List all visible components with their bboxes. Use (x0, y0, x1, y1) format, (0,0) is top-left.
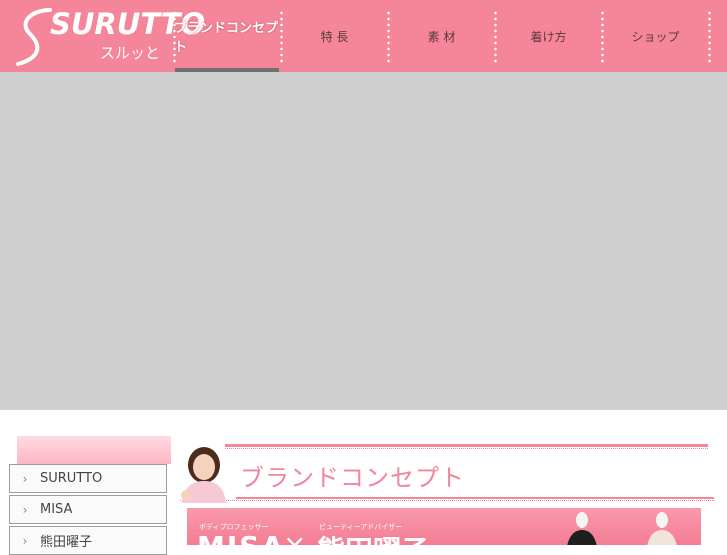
sidebar-item-misa[interactable]: › MISA (9, 495, 167, 524)
nav-separator (708, 10, 711, 64)
nav-materials[interactable]: 素 材 (388, 0, 495, 72)
sidebar-item-label: MISA (40, 502, 73, 517)
model-portrait (181, 447, 226, 503)
sidebar-item-label: 熊田曜子 (40, 535, 93, 550)
heading-rule-top (225, 444, 708, 447)
logo-subtitle: スルッと (100, 44, 161, 62)
sidebar-header (17, 436, 171, 464)
sidebar-item-label: SURUTTO (40, 471, 103, 486)
nav-brand-concept[interactable]: ブランドコンセプト (174, 0, 281, 72)
banner-name-right: 熊田曜子 (317, 529, 429, 545)
hero-image-placeholder (0, 72, 727, 410)
heading-rule-dotted-bottom (180, 500, 715, 502)
heading-rule-dotted (225, 448, 708, 450)
sidebar-item-kumada[interactable]: › 熊田曜子 (9, 526, 167, 555)
banner-cross: × (283, 528, 307, 545)
heading-rule-bottom (236, 497, 714, 499)
chevron-right-icon: › (22, 502, 28, 517)
nav-features[interactable]: 特 長 (281, 0, 388, 72)
page-heading: ブランドコンセプト (240, 464, 465, 492)
banner-name-left: MISA (197, 530, 285, 545)
collab-banner: ボディプロフェッサー ビューティーアドバイザー MISA × 熊田曜子 (187, 508, 701, 545)
mannequin-icon (647, 512, 677, 545)
mannequin-icon (567, 512, 597, 545)
sidebar-item-surutto[interactable]: › SURUTTO (9, 464, 167, 493)
nav-shop[interactable]: ショップ (602, 0, 709, 72)
chevron-right-icon: › (22, 471, 28, 486)
nav-how-to-wear[interactable]: 着け方 (495, 0, 602, 72)
site-header: SURUTTO スルッと ブランドコンセプト 特 長 素 材 着け方 ショップ (0, 0, 727, 72)
site-logo[interactable]: SURUTTO スルッと (12, 4, 205, 68)
chevron-right-icon: › (22, 533, 28, 548)
